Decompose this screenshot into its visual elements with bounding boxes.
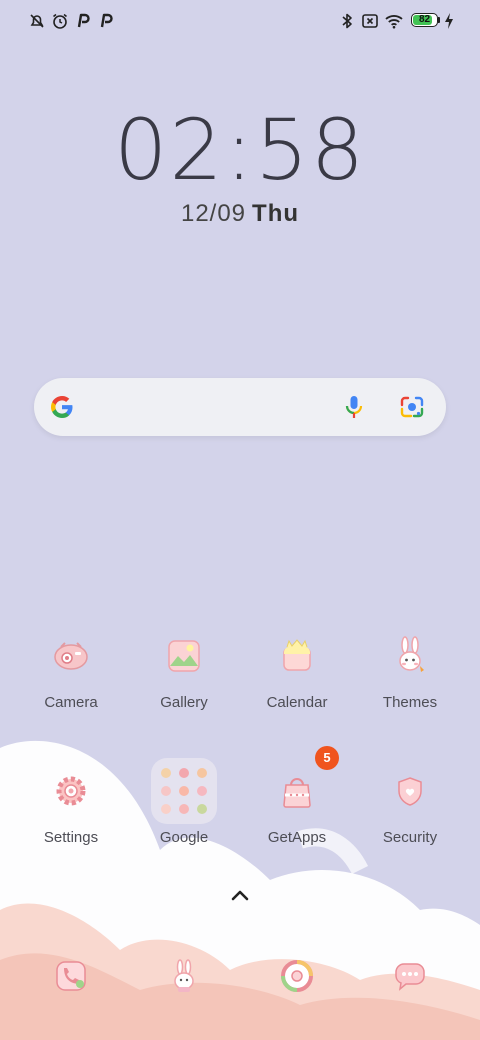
app-label: Themes <box>382 694 438 711</box>
chevron-up-icon[interactable] <box>228 886 252 904</box>
settings-gear-icon <box>43 763 99 819</box>
camera-icon <box>43 628 99 684</box>
lock-clock-time[interactable]: 02:58 <box>0 105 480 195</box>
sim-none-icon <box>361 12 379 30</box>
browser-icon[interactable] <box>269 948 325 1004</box>
messages-icon[interactable] <box>382 948 438 1004</box>
p-notification-icon <box>97 12 115 30</box>
google-g-icon <box>48 393 76 421</box>
app-getapps[interactable]: GetApps <box>242 763 352 847</box>
app-settings[interactable]: Settings <box>16 763 126 847</box>
gallery-icon <box>156 628 212 684</box>
lock-date[interactable]: 12/09 Thu <box>0 200 480 228</box>
charging-bolt-icon <box>443 12 455 30</box>
alarm-clock-icon <box>51 12 69 30</box>
battery-icon: 82 <box>411 13 441 29</box>
app-label: Gallery <box>160 694 208 711</box>
alarm-off-icon <box>28 12 46 30</box>
shield-heart-icon <box>382 763 438 819</box>
calendar-icon <box>269 628 325 684</box>
app-themes[interactable]: Themes <box>355 628 465 712</box>
notification-badge: 5 <box>315 746 339 770</box>
lens-camera-icon[interactable] <box>398 393 426 421</box>
app-label: Camera <box>44 694 98 711</box>
google-search-bar[interactable] <box>34 378 446 436</box>
themes-bunny-icon <box>382 628 438 684</box>
p-notification-icon <box>74 12 92 30</box>
bunny-contacts-icon[interactable] <box>156 948 212 1004</box>
app-google-folder[interactable]: Google <box>129 763 239 847</box>
date-value: 12/09 <box>180 200 247 227</box>
app-label: Settings <box>43 829 99 846</box>
app-label: Security <box>382 829 438 846</box>
microphone-icon[interactable] <box>340 393 368 421</box>
weekday: Thu <box>252 200 300 227</box>
status-bar: 82 <box>0 0 480 44</box>
app-security[interactable]: Security <box>355 763 465 847</box>
bluetooth-icon <box>338 12 356 30</box>
app-calendar[interactable]: Calendar <box>242 628 352 712</box>
wifi-icon <box>385 12 403 30</box>
app-label: Calendar <box>266 694 328 711</box>
app-camera[interactable]: Camera <box>16 628 126 712</box>
app-label: Google <box>159 829 209 846</box>
shopping-bag-icon <box>269 763 325 819</box>
battery-percent: 82 <box>418 14 431 25</box>
app-gallery[interactable]: Gallery <box>129 628 239 712</box>
phone-icon[interactable] <box>43 948 99 1004</box>
app-label: GetApps <box>267 829 327 846</box>
